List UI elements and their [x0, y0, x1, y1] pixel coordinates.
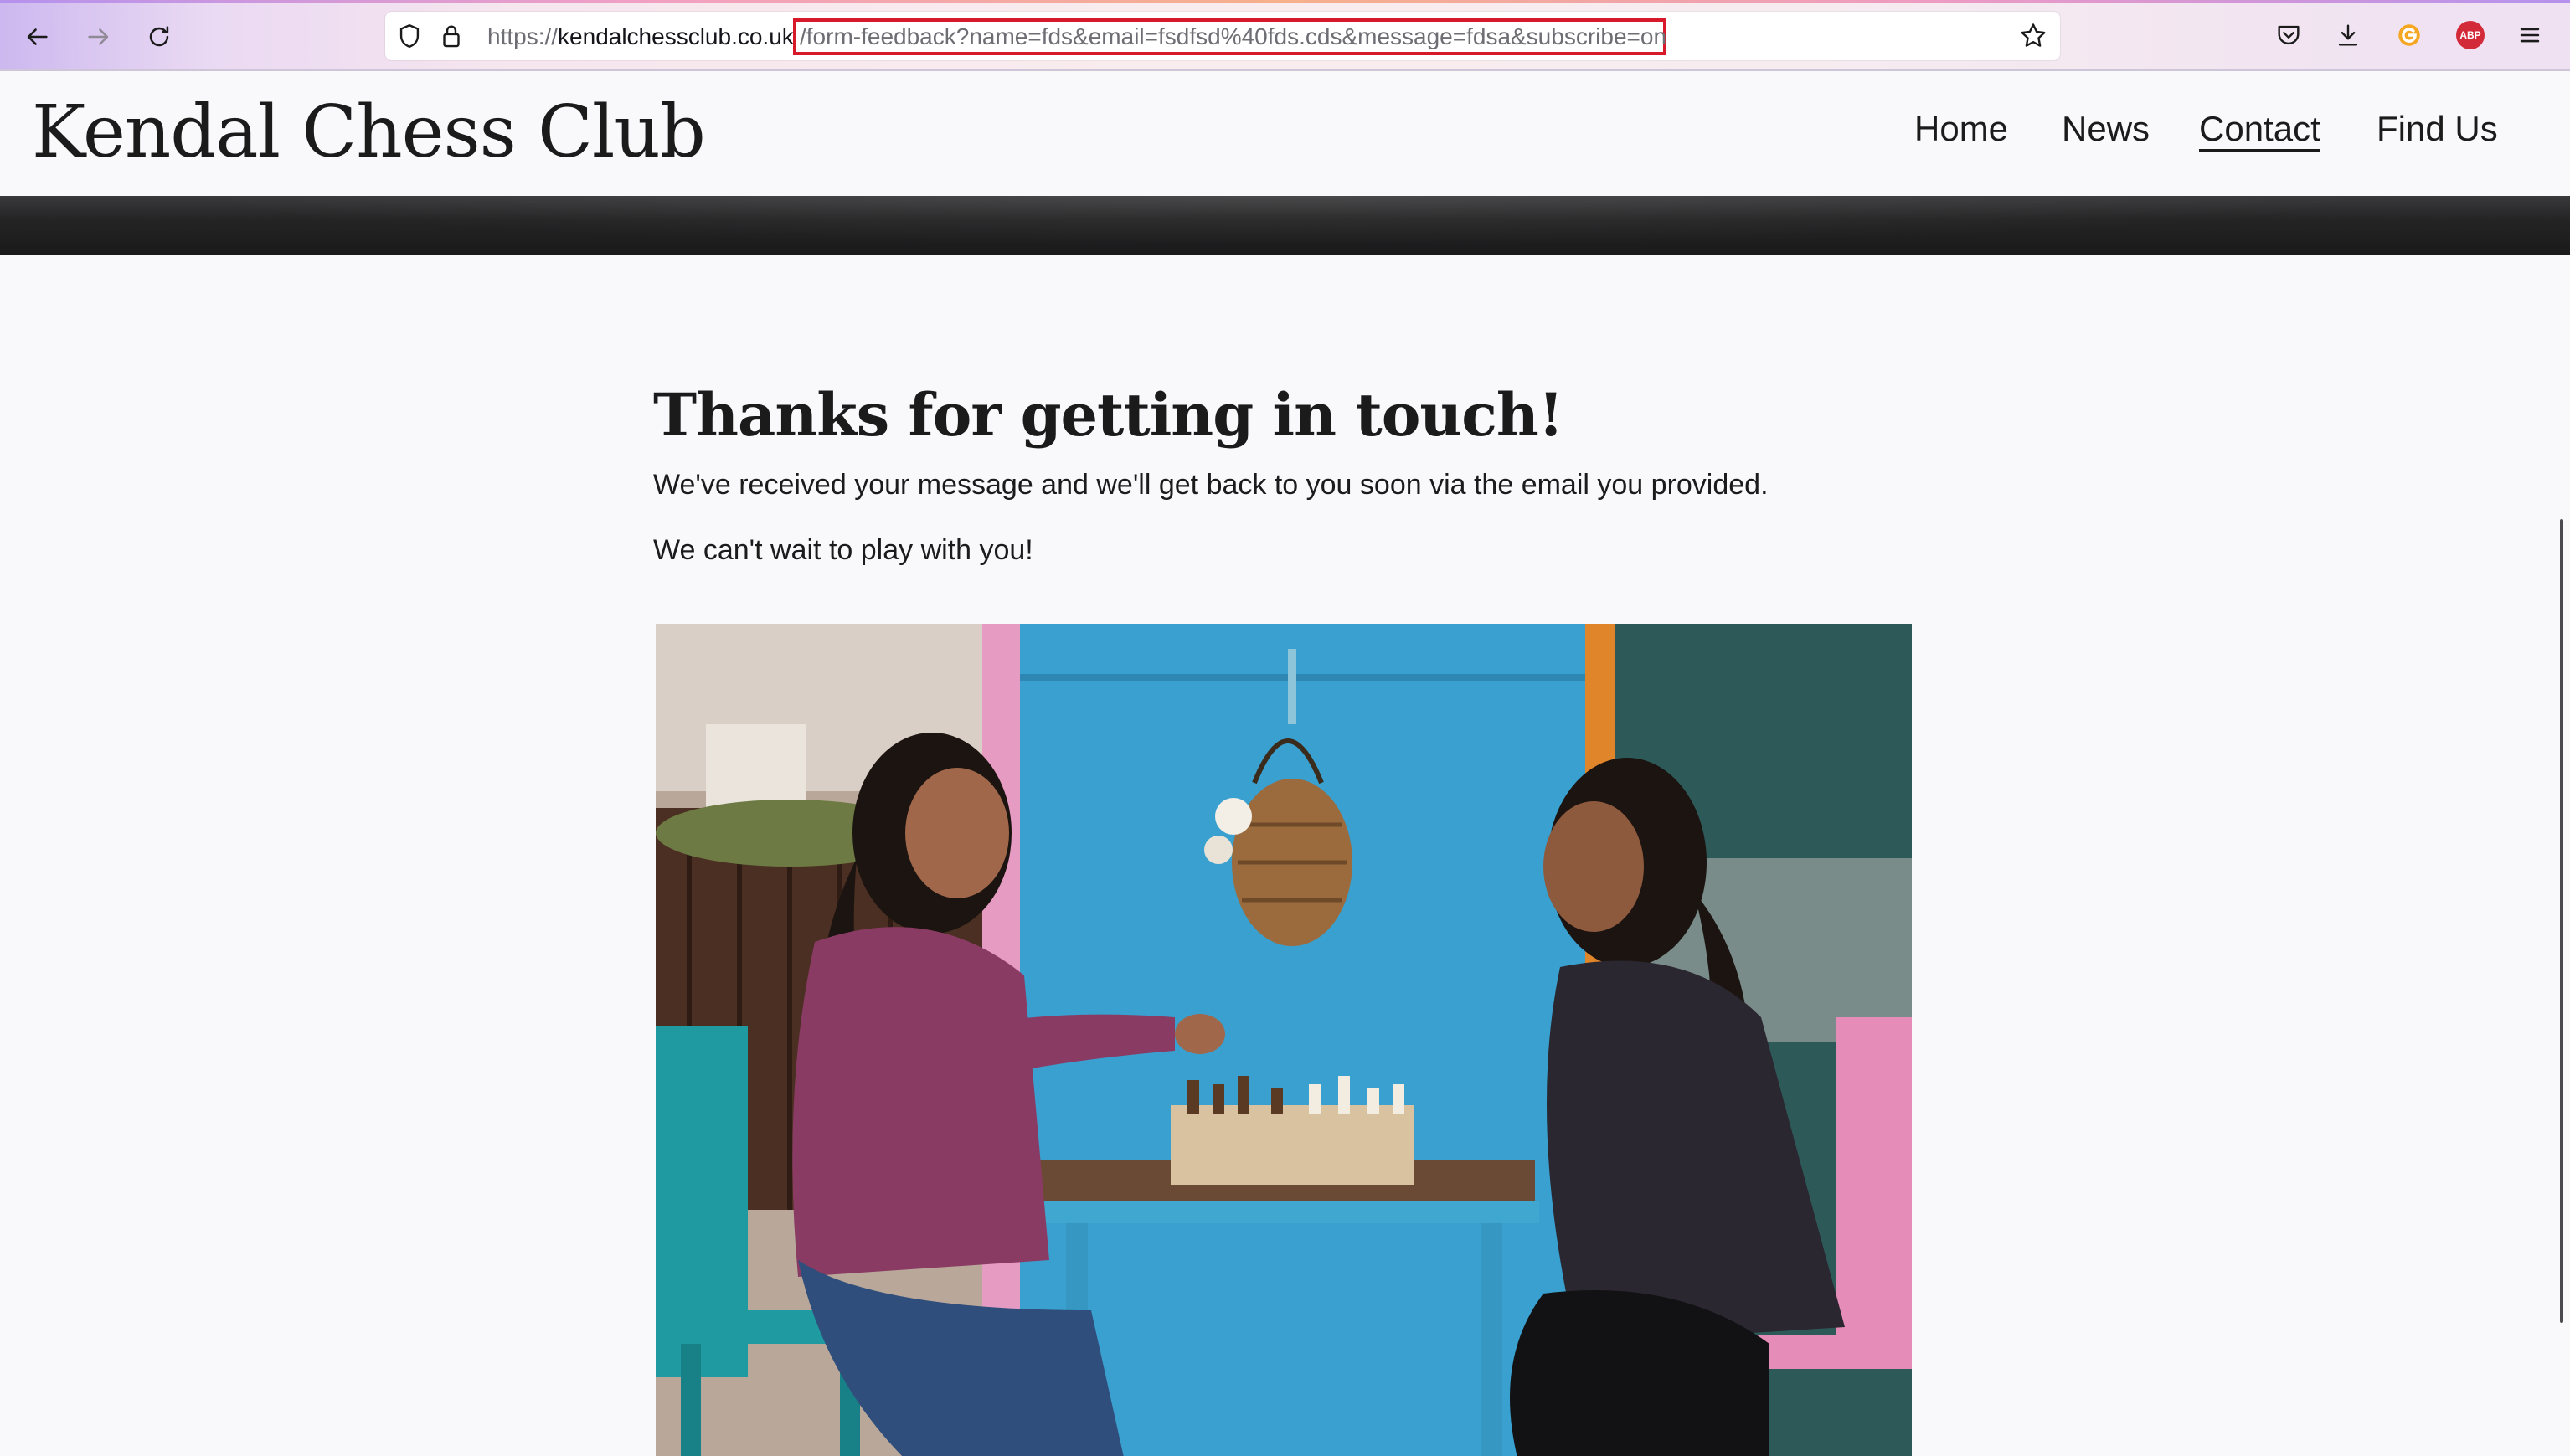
forward-icon[interactable] — [77, 15, 121, 59]
back-icon[interactable] — [15, 15, 59, 59]
site-title[interactable]: Kendal Chess Club — [32, 90, 706, 174]
hero-banner-strip — [0, 196, 2570, 255]
browser-toolbar: https://kendalchessclub.co.uk /form-feed… — [0, 0, 2570, 71]
confirmation-message: We've received your message and we'll ge… — [653, 469, 1769, 501]
site-header: Kendal Chess Club Home News Contact Find… — [0, 72, 2570, 196]
chess-players-photo — [656, 624, 1912, 1456]
nav-link-home[interactable]: Home — [1914, 109, 2008, 149]
reload-icon[interactable] — [137, 15, 181, 59]
menu-icon[interactable] — [2513, 18, 2547, 52]
nav-link-contact[interactable]: Contact — [2199, 109, 2320, 149]
nav-link-find-us[interactable]: Find Us — [2377, 109, 2498, 149]
nav-link-news[interactable]: News — [2062, 109, 2150, 149]
shield-icon[interactable] — [395, 22, 424, 50]
url-scheme: https:// — [487, 23, 559, 49]
closing-message: We can't wait to play with you! — [653, 534, 1033, 566]
bookmark-star-icon[interactable] — [2018, 21, 2048, 51]
extension-icon[interactable] — [2392, 18, 2426, 52]
adblock-icon[interactable]: ABP — [2454, 18, 2487, 52]
url-text[interactable]: https://kendalchessclub.co.uk — [487, 23, 794, 51]
page-scrollbar[interactable] — [2560, 519, 2563, 1323]
toolbar-accent-line — [0, 0, 2570, 3]
lock-icon[interactable] — [437, 22, 466, 50]
url-path: /form-feedback?name=fds&email=fsdfsd%40f… — [800, 23, 1667, 49]
adblock-label: ABP — [2456, 21, 2485, 49]
url-host: kendalchessclub.co.uk — [558, 23, 794, 49]
page-heading: Thanks for getting in touch! — [653, 380, 1564, 450]
main-content: Thanks for getting in touch! We've recei… — [653, 255, 1926, 1456]
download-icon[interactable] — [2331, 18, 2365, 52]
pocket-icon[interactable] — [2272, 18, 2305, 52]
